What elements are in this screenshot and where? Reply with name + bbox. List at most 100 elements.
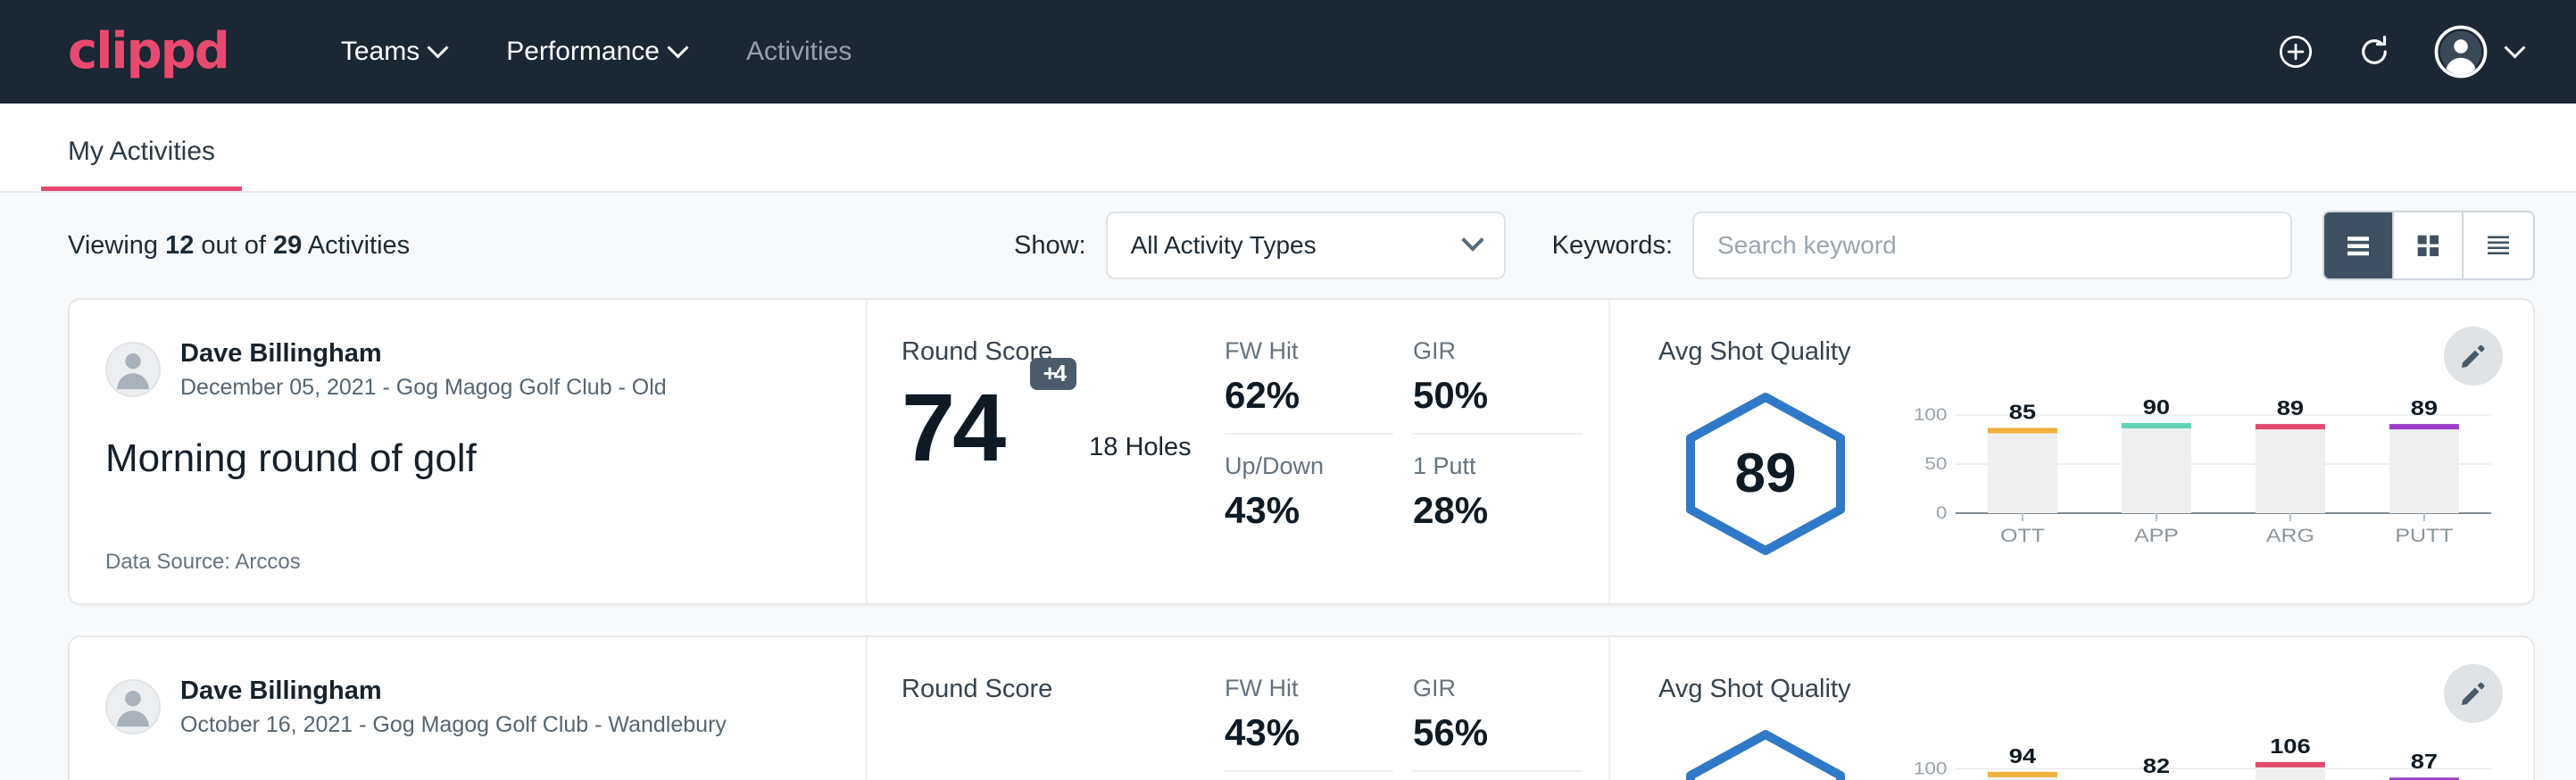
nav-item-performance[interactable]: Performance bbox=[476, 37, 716, 67]
stat-gir-value: 50% bbox=[1413, 374, 1582, 417]
svg-text:87: 87 bbox=[2411, 751, 2438, 774]
avg-shot-quality-body: 05010094OTT82APP106ARG87PUTT bbox=[1658, 709, 2497, 780]
stat-fw-hit-label: FW Hit bbox=[1225, 337, 1393, 365]
pencil-icon bbox=[2458, 341, 2489, 371]
viewing-total: 29 bbox=[273, 231, 302, 260]
avatar bbox=[105, 342, 161, 397]
score-differential-badge: +4 bbox=[1030, 358, 1076, 390]
stat-fw-hit-value: 43% bbox=[1225, 711, 1393, 754]
nav-actions bbox=[2277, 25, 2533, 79]
shot-quality-chart-svg: 05010094OTT82APP106ARG87PUTT bbox=[1905, 729, 2497, 780]
clippd-logo[interactable]: clippd bbox=[68, 27, 229, 77]
round-stats-column: FW Hit 43% GIR 56% bbox=[1225, 637, 1610, 780]
hexagon-icon bbox=[1673, 727, 1858, 780]
viewing-middle: out of bbox=[194, 231, 273, 260]
svg-text:94: 94 bbox=[2009, 744, 2036, 768]
nav-item-activities-label: Activities bbox=[746, 37, 852, 67]
nav-item-teams-label: Teams bbox=[341, 37, 420, 67]
activity-type-select[interactable]: All Activity Types bbox=[1106, 212, 1506, 279]
shot-quality-bar-chart: 05010094OTT82APP106ARG87PUTT bbox=[1873, 729, 2497, 780]
shot-quality-bar-chart: 05010085OTT90APP89ARG89PUTT bbox=[1873, 392, 2497, 556]
activity-author: Dave Billingham October 16, 2021 - Gog M… bbox=[105, 675, 830, 740]
activity-date-course: December 05, 2021 - Gog Magog Golf Club … bbox=[180, 373, 667, 402]
svg-text:50: 50 bbox=[1924, 454, 1947, 473]
svg-text:ARG: ARG bbox=[2266, 524, 2314, 545]
author-name: Dave Billingham bbox=[180, 337, 667, 369]
nav-item-performance-label: Performance bbox=[506, 37, 660, 67]
activity-info-column: Dave Billingham December 05, 2021 - Gog … bbox=[70, 300, 868, 603]
round-stats-column: FW Hit 62% GIR 50% Up/Down 43% 1 Putt 28… bbox=[1225, 300, 1610, 603]
activity-date-course: October 16, 2021 - Gog Magog Golf Club -… bbox=[180, 710, 727, 740]
viewing-summary: Viewing 12 out of 29 Activities bbox=[68, 231, 410, 261]
holes-count: 18 Holes bbox=[1089, 433, 1191, 471]
list-view-icon bbox=[2342, 229, 2374, 261]
nav-item-activities[interactable]: Activities bbox=[716, 37, 882, 67]
view-mode-list-button[interactable] bbox=[2324, 212, 2394, 278]
avg-shot-quality-column: Avg Shot Quality 89 05010085OTT90APP89AR… bbox=[1610, 300, 2533, 603]
stat-up-down-label: Up/Down bbox=[1225, 452, 1393, 480]
avg-shot-quality-column: Avg Shot Quality 05010094OTT82APP106ARG8… bbox=[1610, 637, 2533, 780]
edit-activity-button[interactable] bbox=[2444, 327, 2503, 386]
grid-view-icon bbox=[2413, 230, 2443, 261]
stat-gir-label: GIR bbox=[1413, 675, 1582, 702]
svg-text:OTT: OTT bbox=[2000, 524, 2045, 545]
tab-bar: My Activities bbox=[0, 104, 2576, 193]
stat-gir: GIR 50% bbox=[1413, 337, 1582, 435]
activity-type-select-value: All Activity Types bbox=[1131, 231, 1317, 260]
shot-quality-chart-svg: 05010085OTT90APP89ARG89PUTT bbox=[1905, 392, 2497, 552]
chevron-down-icon bbox=[2504, 37, 2525, 58]
activity-card[interactable]: Dave Billingham December 05, 2021 - Gog … bbox=[68, 298, 2535, 605]
svg-text:85: 85 bbox=[2009, 401, 2036, 424]
primary-nav: Teams Performance Activities bbox=[311, 37, 882, 67]
svg-text:82: 82 bbox=[2143, 754, 2170, 777]
nav-item-teams[interactable]: Teams bbox=[311, 37, 476, 67]
round-score-column: Round Score 74 +4 18 Holes bbox=[868, 300, 1225, 603]
viewing-count: 12 bbox=[165, 231, 194, 260]
activity-title: Morning round of golf bbox=[105, 436, 830, 481]
tab-my-activities[interactable]: My Activities bbox=[41, 137, 242, 191]
stat-gir-label: GIR bbox=[1413, 337, 1582, 365]
top-navigation-bar: clippd Teams Performance Activities bbox=[0, 0, 2576, 104]
view-mode-toggle-group bbox=[2323, 211, 2535, 280]
compact-list-view-icon bbox=[2482, 229, 2514, 261]
plus-circle-icon[interactable] bbox=[2277, 33, 2314, 71]
svg-text:APP: APP bbox=[2134, 524, 2179, 545]
pencil-icon bbox=[2458, 678, 2489, 709]
filter-toolbar: Viewing 12 out of 29 Activities Show: Al… bbox=[0, 193, 2576, 298]
avg-shot-quality-label: Avg Shot Quality bbox=[1658, 675, 2497, 704]
svg-text:100: 100 bbox=[1914, 405, 1948, 424]
stat-fw-hit: FW Hit 43% bbox=[1225, 675, 1393, 772]
keywords-label: Keywords: bbox=[1552, 231, 1673, 261]
round-score-label: Round Score bbox=[902, 675, 1225, 704]
svg-text:0: 0 bbox=[1936, 503, 1948, 522]
edit-activity-button[interactable] bbox=[2444, 664, 2503, 723]
activity-card[interactable]: Dave Billingham October 16, 2021 - Gog M… bbox=[68, 635, 2535, 780]
avg-shot-quality-body: 89 05010085OTT90APP89ARG89PUTT bbox=[1658, 372, 2497, 575]
search-input[interactable] bbox=[1692, 212, 2292, 279]
svg-text:106: 106 bbox=[2270, 734, 2310, 758]
svg-text:90: 90 bbox=[2143, 395, 2170, 419]
account-menu[interactable] bbox=[2434, 25, 2522, 79]
activities-list: Dave Billingham December 05, 2021 - Gog … bbox=[0, 298, 2576, 780]
tab-my-activities-label: My Activities bbox=[68, 137, 215, 166]
viewing-prefix: Viewing bbox=[68, 231, 165, 260]
stat-up-down-value: 43% bbox=[1225, 489, 1393, 532]
svg-text:89: 89 bbox=[2277, 397, 2304, 420]
refresh-icon[interactable] bbox=[2356, 33, 2393, 71]
round-score-column: Round Score bbox=[868, 637, 1225, 780]
activity-data-source: Data Source: Arccos bbox=[105, 550, 830, 575]
person-avatar-icon bbox=[107, 679, 159, 733]
view-mode-grid-button[interactable] bbox=[2394, 212, 2464, 278]
stat-gir: GIR 56% bbox=[1413, 675, 1582, 772]
stat-up-down: Up/Down 43% bbox=[1225, 452, 1393, 548]
view-mode-compact-button[interactable] bbox=[2464, 212, 2533, 278]
stat-one-putt: 1 Putt 28% bbox=[1413, 452, 1582, 548]
show-label: Show: bbox=[1014, 231, 1086, 261]
quality-hexagon bbox=[1658, 727, 1873, 780]
stat-one-putt-value: 28% bbox=[1413, 489, 1582, 532]
avg-shot-quality-value: 89 bbox=[1735, 442, 1797, 505]
quality-hexagon: 89 bbox=[1658, 390, 1873, 558]
round-score-row bbox=[902, 720, 1225, 729]
round-score-row: 74 +4 18 Holes bbox=[902, 383, 1225, 471]
round-score-number: 74 bbox=[902, 373, 1003, 481]
